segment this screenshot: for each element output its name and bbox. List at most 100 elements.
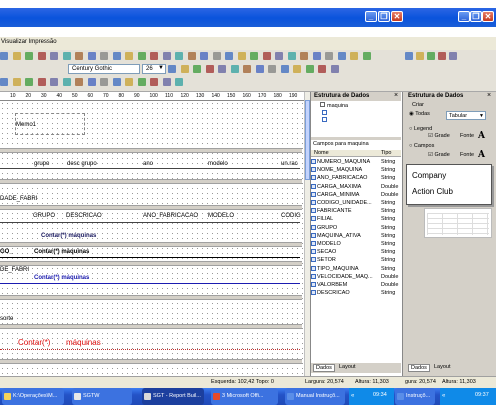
toolbar-icon[interactable] xyxy=(150,52,158,60)
toolbar-icon[interactable] xyxy=(180,65,189,73)
toolbar-icon[interactable] xyxy=(268,65,276,73)
toolbar-icon[interactable] xyxy=(87,78,96,86)
task-k-operacoes[interactable]: K:\Operações\M... xyxy=(2,388,64,405)
toolbar-icon[interactable] xyxy=(318,65,326,73)
grade-checkbox-2[interactable]: ☑ Grade xyxy=(428,152,450,158)
toolbar-icon[interactable] xyxy=(212,52,221,60)
todas-radio[interactable]: ◉ Todas xyxy=(409,111,430,117)
font-a-icon-2[interactable]: A xyxy=(478,150,485,160)
minimize-button[interactable]: _ xyxy=(365,11,377,22)
toolbar-icon[interactable] xyxy=(362,52,371,60)
toolbar-icon[interactable] xyxy=(100,78,108,86)
right-tab-dados[interactable]: Dados xyxy=(408,364,430,372)
toolbar-icon[interactable] xyxy=(25,78,33,86)
toolbar-icon[interactable] xyxy=(112,78,121,86)
toolbar-icon[interactable] xyxy=(300,52,308,60)
toolbar-icon[interactable] xyxy=(168,65,176,73)
toolbar-icon[interactable] xyxy=(100,52,108,60)
tray-arrows-icon-2[interactable]: « xyxy=(442,393,445,399)
grade-checkbox[interactable]: ☑ Grade xyxy=(428,133,450,139)
font-size-select[interactable]: 26 ▼ xyxy=(142,64,166,74)
toolbar-icon[interactable] xyxy=(87,52,96,60)
field-row[interactable]: SECAO String xyxy=(311,248,401,256)
toolbar-icon[interactable] xyxy=(12,52,21,60)
toolbar-icon[interactable] xyxy=(305,65,314,73)
toolbar-icon[interactable] xyxy=(50,52,58,60)
field-row[interactable]: CODIGO_UNIDADE... String xyxy=(311,199,401,207)
toolbar-icon[interactable] xyxy=(262,52,271,60)
toolbar-icon[interactable] xyxy=(350,52,358,60)
task-report-builder[interactable]: SGT - Report Buil... xyxy=(142,388,204,405)
task-microsoft-office[interactable]: 3 Microsoft Offi... xyxy=(211,388,278,405)
toolbar-icon[interactable] xyxy=(193,65,201,73)
legend-radio[interactable]: ○ Legend xyxy=(409,126,432,132)
toolbar-icon[interactable] xyxy=(137,78,146,86)
task-manual[interactable]: Manual Instruçõ... xyxy=(285,388,345,405)
field-row[interactable]: FABRICANTE String xyxy=(311,207,401,215)
toolbar-icon[interactable] xyxy=(125,52,133,60)
toolbar-icon[interactable] xyxy=(293,65,301,73)
toolbar-icon[interactable] xyxy=(243,65,251,73)
toolbar-icon[interactable] xyxy=(0,78,8,86)
tabular-select[interactable]: Tabular ▼ xyxy=(446,111,486,120)
font-a-icon[interactable]: A xyxy=(478,131,485,141)
field-row[interactable]: CARGA_MINIMA Double xyxy=(311,191,401,199)
toolbar-icon[interactable] xyxy=(405,52,413,60)
toolbar-icon[interactable] xyxy=(416,52,424,60)
toolbar-icon[interactable] xyxy=(200,52,208,60)
toolbar-icon[interactable] xyxy=(162,52,171,60)
field-row[interactable]: VELOCIDADE_MAQ... Double xyxy=(311,273,401,281)
toolbar-icon[interactable] xyxy=(162,78,171,86)
field-row[interactable]: ANO_FABRICACAO String xyxy=(311,174,401,182)
toolbar-icon[interactable] xyxy=(0,52,8,60)
field-row[interactable]: NUMERO_MAQUINA String xyxy=(311,158,401,166)
toolbar-icon[interactable] xyxy=(75,52,83,60)
toolbar-icon[interactable] xyxy=(427,52,435,60)
toolbar-icon[interactable] xyxy=(112,52,121,60)
field-row[interactable]: NOME_MAQUINA String xyxy=(311,166,401,174)
toolbar-icon[interactable] xyxy=(125,78,133,86)
toolbar-icon[interactable] xyxy=(12,78,21,86)
toolbar-icon[interactable] xyxy=(50,78,58,86)
toolbar-icon[interactable] xyxy=(25,52,33,60)
toolbar-icon[interactable] xyxy=(225,52,233,60)
tab-layout[interactable]: Layout xyxy=(337,364,358,370)
toolbar-icon[interactable] xyxy=(230,65,239,73)
restore-button-2[interactable]: ❐ xyxy=(470,11,482,22)
field-row[interactable]: MAQUINA_ATIVA String xyxy=(311,232,401,240)
toolbar-icon[interactable] xyxy=(255,65,264,73)
tree-item[interactable]: maquina xyxy=(320,102,348,109)
close-button[interactable]: ✕ xyxy=(391,11,403,22)
right-tab-layout[interactable]: Layout xyxy=(432,364,453,370)
field-row[interactable]: TIPO_MAQUINA String xyxy=(311,265,401,273)
minimize-button-2[interactable]: _ xyxy=(458,11,470,22)
campos-radio[interactable]: ○ Campos xyxy=(409,143,434,149)
report-canvas[interactable]: Memo1 grupo desc grupo ano modelo un.rac… xyxy=(0,101,304,376)
field-row[interactable]: DESCRICAO String xyxy=(311,289,401,297)
toolbar-icon[interactable] xyxy=(250,52,258,60)
task-sgtw[interactable]: SGTW xyxy=(72,388,132,405)
field-row[interactable]: CARGA_MAXIMA Double xyxy=(311,183,401,191)
toolbar-icon[interactable] xyxy=(330,65,339,73)
toolbar-icon[interactable] xyxy=(205,65,214,73)
toolbar-icon[interactable] xyxy=(62,78,71,86)
toolbar-icon[interactable] xyxy=(438,52,446,60)
toolbar-icon[interactable] xyxy=(37,78,46,86)
field-row[interactable]: MODELO String xyxy=(311,240,401,248)
toolbar-icon[interactable] xyxy=(218,65,226,73)
close-button-2[interactable]: ✕ xyxy=(482,11,494,22)
toolbar-icon[interactable] xyxy=(275,52,283,60)
data-panel-close-icon[interactable]: × xyxy=(394,92,398,99)
restore-button[interactable]: ❐ xyxy=(378,11,390,22)
toolbar-icon[interactable] xyxy=(137,52,146,60)
menu-item-print-preview[interactable]: Visualizar Impressão xyxy=(1,39,57,45)
tray-arrows-icon[interactable]: « xyxy=(351,393,354,399)
toolbar-icon[interactable] xyxy=(75,78,83,86)
right-panel-close-icon[interactable]: × xyxy=(487,92,491,99)
toolbar-icon[interactable] xyxy=(175,78,183,86)
field-row[interactable]: FILIAL String xyxy=(311,215,401,223)
toolbar-icon[interactable] xyxy=(62,52,71,60)
toolbar-icon[interactable] xyxy=(325,52,333,60)
field-row[interactable]: SETOR String xyxy=(311,256,401,264)
toolbar-icon[interactable] xyxy=(312,52,321,60)
